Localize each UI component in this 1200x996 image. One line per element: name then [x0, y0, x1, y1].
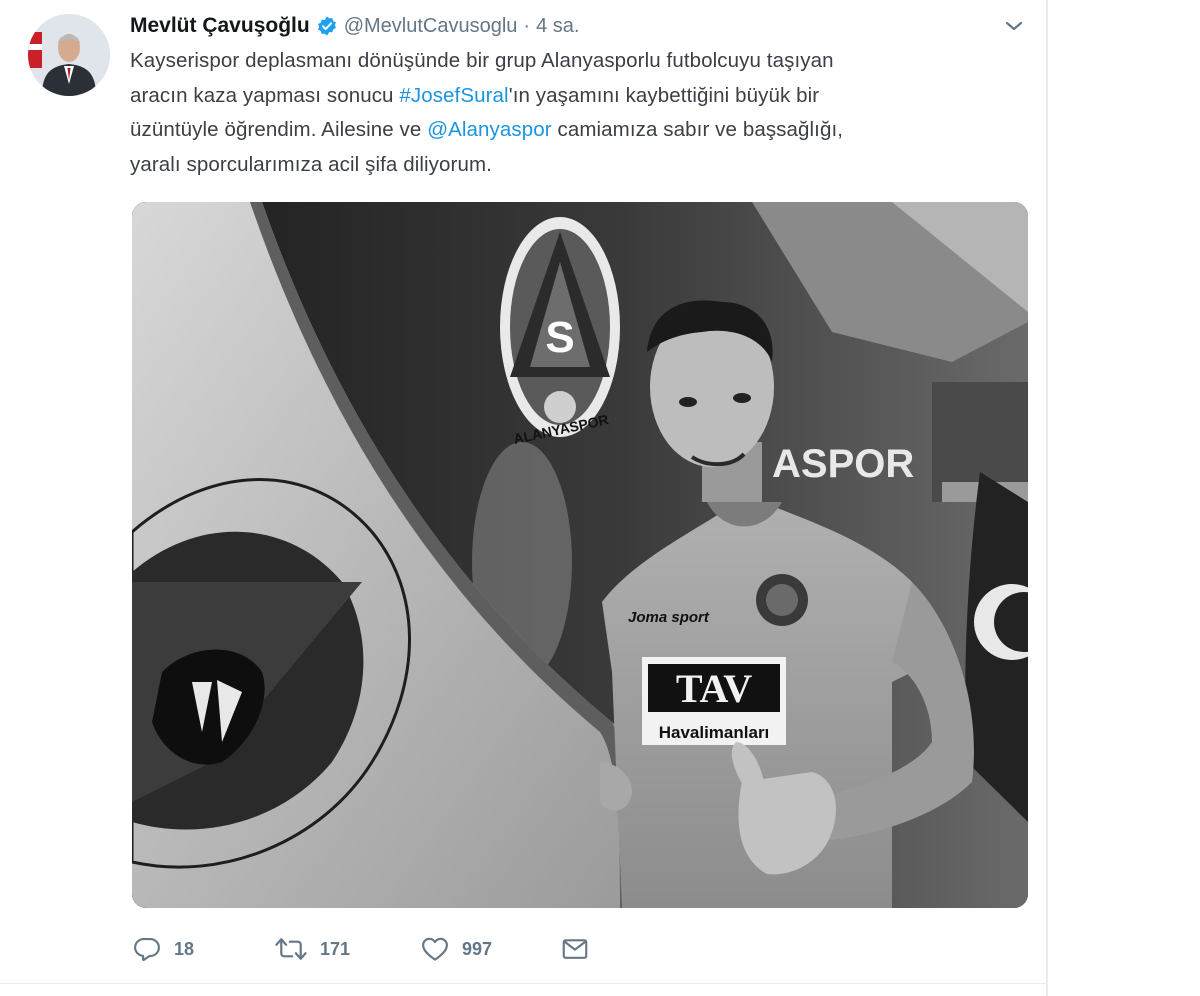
header-separator: ·: [523, 14, 531, 37]
tweet-card[interactable]: Mevlüt Çavuşoğlu @MevlutCavusoglu · 4 sa…: [0, 0, 1048, 996]
tweet-timestamp[interactable]: 4 sa.: [536, 15, 579, 38]
tweet-header: Mevlüt Çavuşoğlu @MevlutCavusoglu · 4 sa…: [130, 10, 579, 42]
mention-link[interactable]: @Alanyaspor: [427, 118, 551, 141]
verified-badge-icon: [316, 15, 338, 37]
tweet-text-line: Kayserispor deplasmanı dönüşünde bir gru…: [130, 44, 1010, 79]
tweet-photo[interactable]: ASPOR S ALANYASPOR Joma sport TAV Havali…: [132, 202, 1028, 908]
text-segment: camiamıza sabır ve başsağlığı,: [551, 118, 844, 141]
wall-text: ASPOR: [772, 442, 914, 486]
tweet-divider: [0, 983, 1048, 984]
text-segment: yaralı sporcularımıza acil şifa diliyoru…: [130, 152, 492, 176]
jersey-sponsor-bottom: Havalimanları: [659, 723, 770, 742]
like-button[interactable]: 997: [420, 934, 492, 964]
reply-count: 18: [174, 938, 195, 959]
author-avatar[interactable]: [28, 14, 110, 96]
text-segment: aracın kaza yapması sonucu: [130, 83, 400, 107]
envelope-icon: [562, 939, 588, 959]
retweet-count: 171: [320, 938, 351, 959]
timeline-border: [1046, 0, 1048, 996]
direct-message-button[interactable]: [560, 934, 590, 964]
tweet-text: Kayserispor deplasmanı dönüşünde bir gru…: [130, 44, 1010, 182]
retweet-button[interactable]: 171: [274, 934, 350, 964]
svg-text:S: S: [545, 313, 574, 362]
like-count: 997: [462, 938, 493, 959]
tweet-text-line: aracın kaza yapması sonucu #JosefSural'ı…: [130, 79, 1010, 114]
text-segment: üzüntüyle öğrendim. Ailesine ve: [130, 118, 428, 141]
author-display-name[interactable]: Mevlüt Çavuşoğlu: [130, 14, 310, 38]
reply-button[interactable]: 18: [132, 934, 194, 964]
reply-icon: [134, 937, 160, 962]
hashtag-link[interactable]: #JosefSural: [399, 84, 508, 107]
text-segment: Kayserispor deplasmanı dönüşünde bir gru…: [130, 49, 834, 72]
text-segment: 'ın yaşamını kaybettiğini büyük bir: [508, 83, 820, 107]
tweet-text-line: üzüntüyle öğrendim. Ailesine ve @Alanyas…: [130, 113, 1010, 148]
tweet-text-line: yaralı sporcularımıza acil şifa diliyoru…: [130, 148, 1010, 183]
more-options-chevron-down-icon[interactable]: [1000, 12, 1028, 40]
retweet-icon: [275, 938, 307, 960]
profile-photo-icon: [28, 14, 110, 96]
jersey-brand-text: Joma sport: [628, 609, 710, 626]
author-screen-name[interactable]: @MevlutCavusoglu: [344, 15, 518, 38]
heart-icon: [422, 937, 448, 961]
jersey-sponsor-top: TAV: [676, 666, 752, 711]
